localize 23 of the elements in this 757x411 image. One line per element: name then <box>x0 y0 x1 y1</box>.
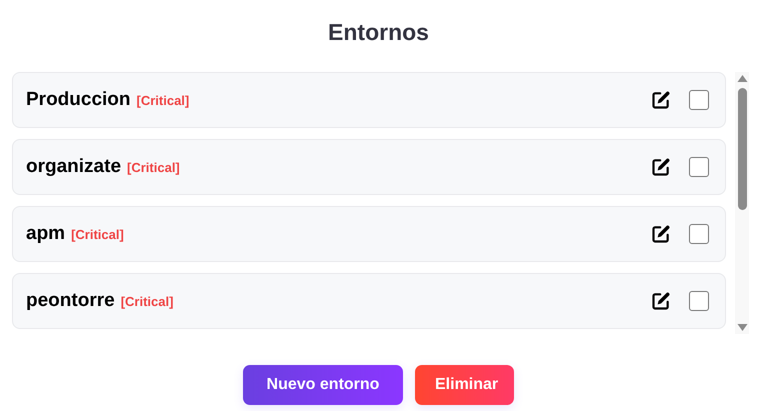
checkbox[interactable] <box>689 224 709 244</box>
checkbox[interactable] <box>689 90 709 110</box>
checkbox[interactable] <box>689 157 709 177</box>
edit-icon[interactable] <box>651 291 671 311</box>
checkbox[interactable] <box>689 291 709 311</box>
environment-name: Produccion <box>26 89 131 111</box>
scrollbar-thumb[interactable] <box>738 88 746 210</box>
environment-name: apm <box>26 223 66 245</box>
environment-tag: [Critical] <box>127 160 180 175</box>
scroll-up-icon[interactable] <box>736 74 748 82</box>
action-button[interactable]: Nuevo entorno <box>243 365 403 405</box>
edit-icon[interactable] <box>651 157 671 177</box>
edit-icon[interactable] <box>651 90 671 110</box>
environment-tag: [Critical] <box>136 93 190 108</box>
scroll-down-icon[interactable] <box>736 324 748 332</box>
environment-name: peontorre <box>26 290 115 312</box>
environment-tag: [Critical] <box>71 227 124 242</box>
scrollbar[interactable] <box>735 72 749 334</box>
page-title: Entornos <box>327 18 430 47</box>
environment-name: organizate <box>26 156 122 178</box>
edit-icon[interactable] <box>651 224 671 244</box>
action-button[interactable]: Eliminar <box>415 365 514 405</box>
environment-tag: [Critical] <box>120 294 174 309</box>
